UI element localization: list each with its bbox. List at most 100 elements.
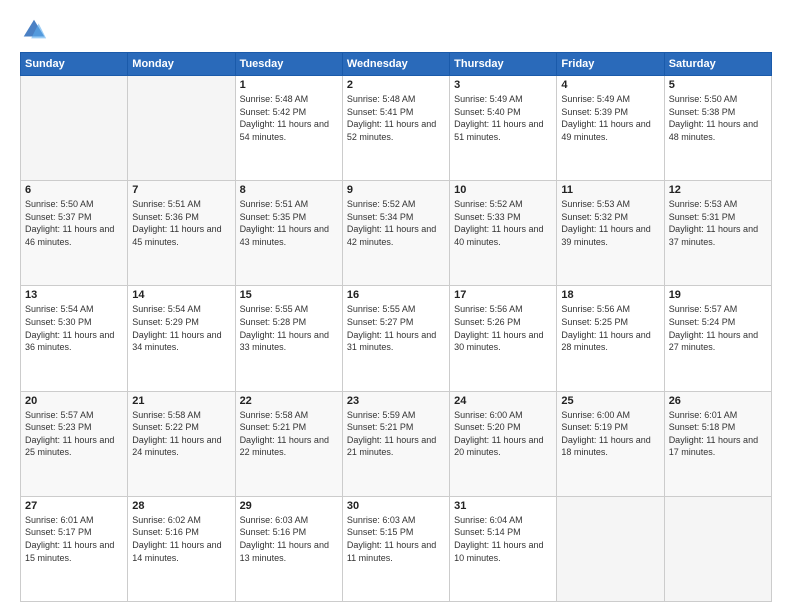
day-number: 28 — [132, 500, 230, 512]
weekday-header: Wednesday — [342, 53, 449, 76]
day-number: 29 — [240, 500, 338, 512]
weekday-header: Monday — [128, 53, 235, 76]
calendar-cell: 14 Sunrise: 5:54 AMSunset: 5:29 PMDayligh… — [128, 286, 235, 391]
day-info: Sunrise: 5:57 AMSunset: 5:24 PMDaylight:… — [669, 303, 767, 353]
day-number: 8 — [240, 184, 338, 196]
weekday-header: Sunday — [21, 53, 128, 76]
calendar-cell: 29 Sunrise: 6:03 AMSunset: 5:16 PMDayligh… — [235, 496, 342, 601]
day-info: Sunrise: 5:52 AMSunset: 5:33 PMDaylight:… — [454, 198, 552, 248]
day-number: 24 — [454, 395, 552, 407]
weekday-header: Saturday — [664, 53, 771, 76]
day-info: Sunrise: 5:54 AMSunset: 5:29 PMDaylight:… — [132, 303, 230, 353]
calendar-week-row: 1Sunrise: 5:48 AMSunset: 5:42 PMDaylight… — [21, 76, 772, 181]
day-number: 25 — [561, 395, 659, 407]
day-info: Sunrise: 5:50 AMSunset: 5:37 PMDaylight:… — [25, 198, 123, 248]
day-info: Sunrise: 5:53 AMSunset: 5:32 PMDaylight:… — [561, 198, 659, 248]
calendar-header-row: SundayMondayTuesdayWednesdayThursdayFrid… — [21, 53, 772, 76]
calendar-cell: 27Sunrise: 6:01 AMSunset: 5:17 PMDayligh… — [21, 496, 128, 601]
day-info: Sunrise: 5:54 AMSunset: 5:30 PMDaylight:… — [25, 303, 123, 353]
calendar-cell: 12Sunrise: 5:53 AMSunset: 5:31 PMDayligh… — [664, 181, 771, 286]
day-number: 31 — [454, 500, 552, 512]
weekday-header: Thursday — [450, 53, 557, 76]
calendar-cell — [664, 496, 771, 601]
calendar-week-row: 27Sunrise: 6:01 AMSunset: 5:17 PMDayligh… — [21, 496, 772, 601]
weekday-header: Tuesday — [235, 53, 342, 76]
day-info: Sunrise: 5:58 AMSunset: 5:22 PMDaylight:… — [132, 409, 230, 459]
calendar-cell: 30Sunrise: 6:03 AMSunset: 5:15 PMDayligh… — [342, 496, 449, 601]
weekday-header: Friday — [557, 53, 664, 76]
calendar-cell: 17Sunrise: 5:56 AMSunset: 5:26 PMDayligh… — [450, 286, 557, 391]
day-number: 27 — [25, 500, 123, 512]
day-number: 15 — [240, 289, 338, 301]
day-number: 2 — [347, 79, 445, 91]
calendar-cell: 25 Sunrise: 6:00 AMSunset: 5:19 PMDayligh… — [557, 391, 664, 496]
day-number: 4 — [561, 79, 659, 91]
calendar-cell: 24 Sunrise: 6:00 AMSunset: 5:20 PMDayligh… — [450, 391, 557, 496]
day-info: Sunrise: 6:04 AMSunset: 5:14 PMDaylight:… — [454, 514, 552, 564]
calendar-cell: 6 Sunrise: 5:50 AMSunset: 5:37 PMDaylight… — [21, 181, 128, 286]
day-number: 22 — [240, 395, 338, 407]
day-info: Sunrise: 6:00 AMSunset: 5:19 PMDaylight:… — [561, 409, 659, 459]
calendar-cell: 26Sunrise: 6:01 AMSunset: 5:18 PMDayligh… — [664, 391, 771, 496]
calendar-cell: 7 Sunrise: 5:51 AMSunset: 5:36 PMDaylight… — [128, 181, 235, 286]
day-info: Sunrise: 6:02 AMSunset: 5:16 PMDaylight:… — [132, 514, 230, 564]
day-number: 7 — [132, 184, 230, 196]
calendar-cell: 15Sunrise: 5:55 AMSunset: 5:28 PMDayligh… — [235, 286, 342, 391]
day-info: Sunrise: 5:57 AMSunset: 5:23 PMDaylight:… — [25, 409, 123, 459]
calendar-cell: 18Sunrise: 5:56 AMSunset: 5:25 PMDayligh… — [557, 286, 664, 391]
day-number: 14 — [132, 289, 230, 301]
day-number: 21 — [132, 395, 230, 407]
day-number: 5 — [669, 79, 767, 91]
day-number: 20 — [25, 395, 123, 407]
calendar-cell: 21 Sunrise: 5:58 AMSunset: 5:22 PMDayligh… — [128, 391, 235, 496]
day-info: Sunrise: 5:58 AMSunset: 5:21 PMDaylight:… — [240, 409, 338, 459]
day-info: Sunrise: 6:00 AMSunset: 5:20 PMDaylight:… — [454, 409, 552, 459]
day-number: 19 — [669, 289, 767, 301]
calendar-cell: 19 Sunrise: 5:57 AMSunset: 5:24 PMDayligh… — [664, 286, 771, 391]
calendar-cell: 28 Sunrise: 6:02 AMSunset: 5:16 PMDayligh… — [128, 496, 235, 601]
day-number: 17 — [454, 289, 552, 301]
day-number: 23 — [347, 395, 445, 407]
calendar-cell — [557, 496, 664, 601]
day-number: 9 — [347, 184, 445, 196]
day-number: 6 — [25, 184, 123, 196]
calendar-cell: 8Sunrise: 5:51 AMSunset: 5:35 PMDaylight… — [235, 181, 342, 286]
day-info: Sunrise: 5:55 AMSunset: 5:27 PMDaylight:… — [347, 303, 445, 353]
day-info: Sunrise: 6:03 AMSunset: 5:16 PMDaylight:… — [240, 514, 338, 564]
logo — [20, 16, 52, 44]
day-number: 12 — [669, 184, 767, 196]
day-number: 13 — [25, 289, 123, 301]
day-number: 3 — [454, 79, 552, 91]
calendar-week-row: 20 Sunrise: 5:57 AMSunset: 5:23 PMDayligh… — [21, 391, 772, 496]
calendar-week-row: 13 Sunrise: 5:54 AMSunset: 5:30 PMDayligh… — [21, 286, 772, 391]
day-number: 1 — [240, 79, 338, 91]
calendar-cell: 20 Sunrise: 5:57 AMSunset: 5:23 PMDayligh… — [21, 391, 128, 496]
calendar-cell — [21, 76, 128, 181]
day-number: 26 — [669, 395, 767, 407]
calendar-cell: 10 Sunrise: 5:52 AMSunset: 5:33 PMDayligh… — [450, 181, 557, 286]
calendar-cell: 2 Sunrise: 5:48 AMSunset: 5:41 PMDaylight… — [342, 76, 449, 181]
day-info: Sunrise: 5:52 AMSunset: 5:34 PMDaylight:… — [347, 198, 445, 248]
day-number: 16 — [347, 289, 445, 301]
calendar-cell: 23 Sunrise: 5:59 AMSunset: 5:21 PMDayligh… — [342, 391, 449, 496]
calendar-cell — [128, 76, 235, 181]
header — [20, 16, 772, 44]
day-info: Sunrise: 5:59 AMSunset: 5:21 PMDaylight:… — [347, 409, 445, 459]
calendar: SundayMondayTuesdayWednesdayThursdayFrid… — [20, 52, 772, 602]
calendar-week-row: 6 Sunrise: 5:50 AMSunset: 5:37 PMDaylight… — [21, 181, 772, 286]
day-info: Sunrise: 5:48 AMSunset: 5:41 PMDaylight:… — [347, 93, 445, 143]
day-number: 11 — [561, 184, 659, 196]
calendar-cell: 4 Sunrise: 5:49 AMSunset: 5:39 PMDaylight… — [557, 76, 664, 181]
calendar-cell: 9 Sunrise: 5:52 AMSunset: 5:34 PMDaylight… — [342, 181, 449, 286]
day-info: Sunrise: 5:51 AMSunset: 5:36 PMDaylight:… — [132, 198, 230, 248]
day-number: 30 — [347, 500, 445, 512]
logo-icon — [20, 16, 48, 44]
calendar-cell: 22 Sunrise: 5:58 AMSunset: 5:21 PMDayligh… — [235, 391, 342, 496]
day-info: Sunrise: 5:49 AMSunset: 5:40 PMDaylight:… — [454, 93, 552, 143]
day-info: Sunrise: 5:49 AMSunset: 5:39 PMDaylight:… — [561, 93, 659, 143]
calendar-cell: 13 Sunrise: 5:54 AMSunset: 5:30 PMDayligh… — [21, 286, 128, 391]
calendar-cell: 31 Sunrise: 6:04 AMSunset: 5:14 PMDayligh… — [450, 496, 557, 601]
day-number: 10 — [454, 184, 552, 196]
calendar-cell: 5 Sunrise: 5:50 AMSunset: 5:38 PMDaylight… — [664, 76, 771, 181]
day-info: Sunrise: 5:50 AMSunset: 5:38 PMDaylight:… — [669, 93, 767, 143]
